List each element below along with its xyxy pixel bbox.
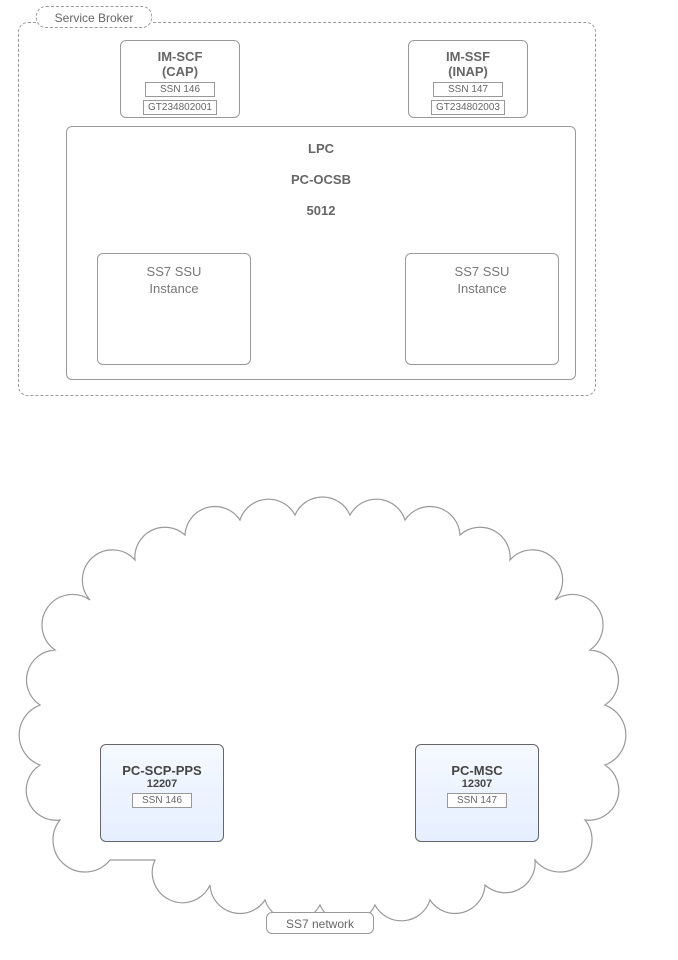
ss7-cloud-shape [19,497,626,923]
ss7-network-label-box: SS7 network [266,912,374,934]
pc-msc-ssn: SSN 147 [447,793,507,808]
pc-scp-ssn: SSN 146 [132,793,192,808]
pc-msc-name: PC-MSC [416,763,538,778]
pc-msc-box: PC-MSC 12307 SSN 147 [415,744,539,842]
pc-scp-name: PC-SCP-PPS [101,763,223,778]
ss7-network-label: SS7 network [286,917,354,931]
pc-scp-box: PC-SCP-PPS 12207 SSN 146 [100,744,224,842]
pc-scp-num: 12207 [101,778,223,790]
pc-msc-num: 12307 [416,778,538,790]
